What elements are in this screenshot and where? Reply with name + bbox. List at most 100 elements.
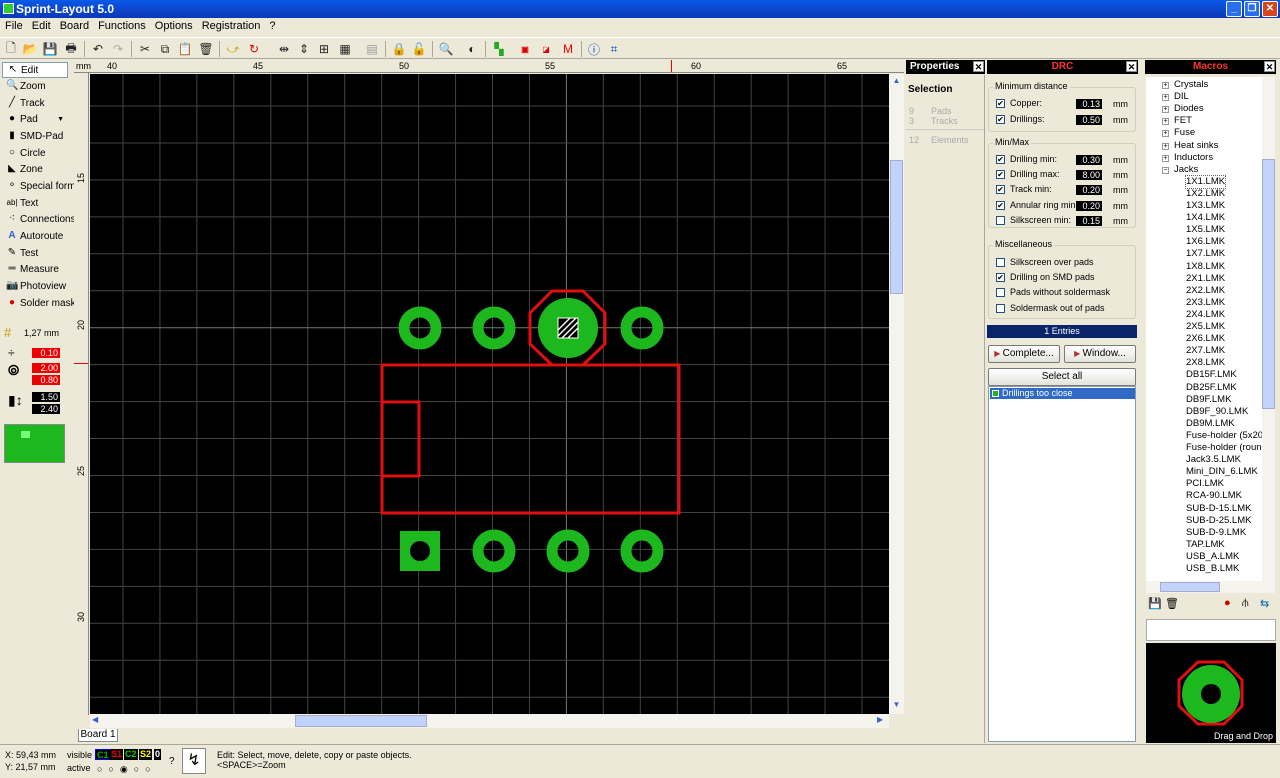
macro-item[interactable]: Fuse-holder (round) F — [1186, 442, 1262, 454]
copper-value[interactable]: 0.13 — [1076, 99, 1102, 109]
scroll-thumb[interactable] — [295, 715, 427, 727]
mirror-v-icon[interactable]: ⇕ — [296, 41, 312, 57]
expand-icon[interactable]: + — [1162, 118, 1169, 126]
layer-c2-toggle[interactable]: C2 — [124, 749, 138, 760]
tool-special-form[interactable]: ⚬ Special form — [2, 179, 76, 195]
scroll-left-icon[interactable]: ◀ — [92, 715, 104, 727]
macro-item[interactable]: TAP.LMK — [1186, 539, 1225, 551]
close-button[interactable]: ✕ — [1262, 1, 1278, 17]
close-icon[interactable]: ✕ — [973, 61, 984, 72]
tool-solder-mask[interactable]: ● Solder mask — [2, 296, 76, 312]
track-width-value[interactable]: 0.10 — [32, 348, 60, 358]
macro-hscrollbar[interactable] — [1146, 581, 1275, 593]
pad[interactable] — [546, 529, 590, 573]
pad[interactable] — [472, 529, 516, 573]
maximize-button[interactable]: ❐ — [1244, 1, 1260, 17]
mirror-h-icon[interactable]: ⇹ — [276, 41, 292, 57]
list-item[interactable]: Drillings too close — [990, 388, 1135, 399]
pcb-canvas[interactable] — [90, 74, 889, 714]
menu-board[interactable]: Board — [55, 18, 93, 32]
close-icon[interactable]: ✕ — [1126, 61, 1137, 72]
scroll-up-icon[interactable]: ▲ — [890, 76, 903, 88]
macro-item[interactable]: 1X7.LMK — [1186, 248, 1225, 260]
silk-min-checkbox[interactable] — [996, 216, 1005, 225]
pad-outer-value[interactable]: 2.00 — [32, 363, 60, 373]
macro-item[interactable]: 2X2.LMK — [1186, 285, 1225, 297]
track-min-checkbox[interactable]: ✔ — [996, 185, 1005, 194]
open-icon[interactable]: 📂 — [22, 41, 38, 57]
tool-connections[interactable]: ⁖ Connections — [2, 212, 76, 228]
macro-item[interactable]: SUB-D-25.LMK — [1186, 515, 1251, 527]
drill-min-value[interactable]: 0.30 — [1076, 155, 1102, 165]
macro-item[interactable]: 2X4.LMK — [1186, 309, 1225, 321]
tool-circle[interactable]: ○ Circle — [2, 146, 68, 162]
layer-s2-toggle[interactable]: S2 — [139, 749, 153, 760]
grid-value[interactable]: 1,27 mm — [24, 328, 59, 338]
macro-icon[interactable]: M — [560, 41, 576, 57]
expand-icon[interactable]: + — [1162, 142, 1169, 150]
macro-item[interactable]: 2X6.LMK — [1186, 333, 1225, 345]
smd-height-value[interactable]: 2.40 — [32, 404, 60, 414]
redo-icon[interactable]: ↷ — [110, 41, 126, 57]
macro-item[interactable]: 2X3.LMK — [1186, 297, 1225, 309]
macro-item[interactable]: DB15F.LMK — [1186, 369, 1237, 381]
macro-tree[interactable]: + Crystals + DIL + Diodes + FET + Fuse + Heat sinks… — [1146, 77, 1262, 581]
align-icon[interactable]: ⊞ — [316, 41, 332, 57]
drill-max-value[interactable]: 8.00 — [1076, 170, 1102, 180]
save-icon[interactable]: 💾 — [1148, 597, 1162, 610]
contrast-icon[interactable]: ◐ — [464, 41, 480, 57]
pad-inner-value[interactable]: 0.80 — [32, 375, 60, 385]
vertical-scrollbar[interactable]: ▲ ▼ — [889, 74, 904, 714]
layer-o-toggle[interactable]: 0 — [154, 749, 162, 760]
macro-item[interactable]: 1X2.LMK — [1186, 188, 1225, 200]
macro-item[interactable]: PCI.LMK — [1186, 478, 1224, 490]
tool-smd-pad[interactable]: ▮ SMD-Pad — [2, 129, 68, 145]
macro-item[interactable]: 1X6.LMK — [1186, 236, 1225, 248]
drc-icon[interactable]: ▣ — [517, 41, 533, 57]
macro-item[interactable]: DB25F.LMK — [1186, 382, 1237, 394]
scroll-thumb[interactable] — [1160, 582, 1220, 592]
scroll-thumb[interactable] — [1262, 159, 1275, 409]
close-icon[interactable]: ✕ — [1264, 61, 1275, 72]
layer-c1-toggle[interactable]: C1 — [95, 749, 111, 760]
pcb-drawing[interactable] — [90, 74, 889, 714]
macro-item[interactable]: 2X1.LMK — [1186, 273, 1225, 285]
rotate-icon[interactable]: ↻ — [246, 41, 262, 57]
macro-scrollbar[interactable] — [1262, 77, 1275, 581]
macro-item[interactable]: USB_B.LMK — [1186, 563, 1239, 575]
info-icon[interactable]: ⓘ — [586, 41, 602, 57]
active-layer-radios[interactable]: ○○◉○○ — [97, 764, 157, 775]
copper-checkbox[interactable]: ✔ — [996, 99, 1005, 108]
tool-zoom[interactable]: 🔍 Zoom — [2, 79, 68, 95]
macro-item[interactable]: DB9M.LMK — [1186, 418, 1235, 430]
annular-checkbox[interactable]: ✔ — [996, 201, 1005, 210]
expand-icon[interactable]: + — [1162, 106, 1169, 114]
layer-preview[interactable] — [4, 424, 65, 463]
menu-file[interactable]: File — [0, 18, 27, 32]
tool-edit[interactable]: ↖ Edit — [2, 62, 68, 78]
collapse-icon[interactable]: − — [1162, 166, 1169, 174]
duplicate-icon[interactable]: ⤻ — [225, 41, 241, 57]
scroll-down-icon[interactable]: ▼ — [890, 700, 903, 712]
grid-icon[interactable]: # — [4, 326, 18, 340]
menu-edit[interactable]: Edit — [27, 18, 55, 32]
new-icon[interactable]: 🗋 — [3, 41, 19, 57]
cut-icon[interactable]: ✂ — [137, 41, 153, 57]
minimize-button[interactable]: _ — [1226, 1, 1242, 17]
pads-no-mask-checkbox[interactable] — [996, 288, 1005, 297]
tool-text[interactable]: ab| Text — [2, 196, 68, 212]
complete-button[interactable]: ▶ Complete... — [988, 345, 1060, 363]
macro-item[interactable]: DB9F.LMK — [1186, 394, 1231, 406]
drc-check-icon[interactable]: ◪ — [538, 41, 554, 57]
tool-test[interactable]: ✎ Test — [2, 246, 68, 262]
drillings-value[interactable]: 0.50 — [1076, 115, 1102, 125]
macro-item[interactable]: 1X3.LMK — [1186, 200, 1225, 212]
tab-board-1[interactable]: Board 1 — [78, 729, 118, 742]
macro-item[interactable]: Jack3.5.LMK — [1186, 454, 1241, 466]
macro-filter-input[interactable] — [1146, 619, 1276, 641]
scroll-right-icon[interactable]: ▶ — [877, 715, 889, 727]
drillings-checkbox[interactable]: ✔ — [996, 115, 1005, 124]
tool-measure[interactable]: ═ Measure — [2, 262, 68, 278]
save-icon[interactable]: 💾 — [42, 41, 58, 57]
delete-icon[interactable]: 🗑 — [198, 41, 214, 57]
